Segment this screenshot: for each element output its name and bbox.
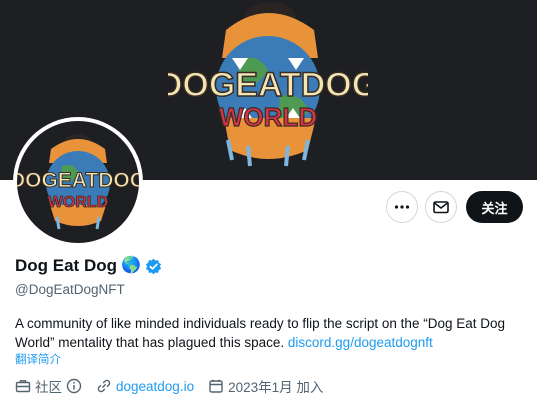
avatar-logo-line1: DOGEATDOG xyxy=(17,169,139,192)
globe-emoji-icon: 🌎 xyxy=(121,257,141,274)
website-link[interactable]: dogeatdog.io xyxy=(116,379,194,394)
verified-badge-icon[interactable] xyxy=(145,258,162,275)
avatar-logo-line2: WORLD xyxy=(48,194,108,211)
banner-logo-line2: WORLD xyxy=(219,102,317,132)
follow-button[interactable]: 关注 xyxy=(466,191,523,223)
display-name: Dog Eat Dog xyxy=(15,256,117,275)
link-icon xyxy=(97,379,111,393)
joined-date: 2023年1月 加入 xyxy=(228,380,324,395)
banner-logo-line1: DOGEATDOG xyxy=(168,66,368,104)
avatar-logo-art: DOGEATDOG WORLD xyxy=(17,134,139,230)
bio-discord-link[interactable]: discord.gg/dogeatdognft xyxy=(288,335,433,350)
more-dots-icon xyxy=(394,205,410,209)
meta-joined: 2023年1月 加入 xyxy=(208,376,323,396)
category-label: 社区 xyxy=(35,380,62,395)
message-button[interactable] xyxy=(425,191,457,223)
profile-handle: @DogEatDogNFT xyxy=(15,282,125,297)
meta-category: 社区 xyxy=(15,376,82,396)
avatar-image: DOGEATDOG WORLD xyxy=(17,121,139,243)
profile-meta: 社区 dogeatdog.io 2023年1月 加入 xyxy=(15,376,337,396)
profile-name-row: Dog Eat Dog 🌎 xyxy=(15,256,162,276)
banner-logo-art: DOGEATDOG WORLD xyxy=(168,2,368,167)
more-options-button[interactable] xyxy=(386,191,418,223)
profile-avatar[interactable]: DOGEATDOG WORLD xyxy=(13,117,143,247)
translate-bio-link[interactable]: 翻译简介 xyxy=(15,351,61,367)
briefcase-icon xyxy=(15,380,31,393)
info-icon[interactable] xyxy=(66,378,82,394)
meta-website: dogeatdog.io xyxy=(96,378,194,394)
calendar-icon xyxy=(209,379,223,393)
envelope-icon xyxy=(433,201,449,214)
profile-bio: A community of like minded individuals r… xyxy=(15,314,530,352)
